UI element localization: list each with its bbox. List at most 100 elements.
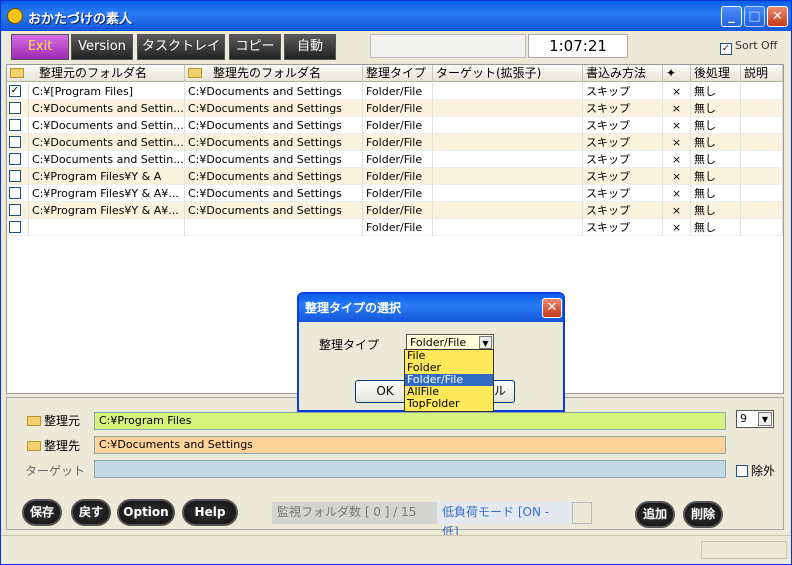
- table-row[interactable]: C:¥Documents and Settin... C:¥Documents a…: [7, 151, 783, 168]
- target-label: ターゲット: [25, 464, 86, 478]
- cell-target: [433, 219, 583, 236]
- col-desc[interactable]: 説明: [741, 65, 783, 82]
- copy-button[interactable]: コピー: [229, 34, 281, 60]
- count-select[interactable]: 9 ▼: [736, 410, 774, 428]
- chevron-down-icon: ▼: [479, 336, 492, 349]
- low-load-mode[interactable]: 低負荷モード [ON - 低]: [437, 502, 572, 539]
- cell-dst: C:¥Documents and Settings: [185, 100, 363, 117]
- dialog-title[interactable]: 整理タイプの選択: [299, 294, 563, 322]
- row-check-cell: [7, 185, 29, 202]
- cell-mark: ×: [663, 100, 691, 117]
- row-check-cell: [7, 117, 29, 134]
- table-row[interactable]: Folder/File スキップ × 無し: [7, 219, 783, 236]
- row-check-cell: [7, 219, 29, 236]
- row-checkbox[interactable]: ✓: [9, 85, 21, 97]
- option-topfolder[interactable]: TopFolder: [405, 398, 493, 410]
- cell-target: [433, 100, 583, 117]
- status-cell: [701, 541, 787, 559]
- dialog-close-icon[interactable]: ✕: [542, 298, 562, 318]
- col-write[interactable]: 書込み方法: [583, 65, 663, 82]
- col-dst[interactable]: 整理先のフォルダ名: [185, 65, 363, 82]
- maximize-icon: □: [748, 9, 761, 24]
- cell-desc: [741, 168, 783, 185]
- option-button[interactable]: Option: [117, 499, 175, 526]
- folder-icon: [10, 68, 24, 78]
- col-post[interactable]: 後処理: [691, 65, 741, 82]
- cell-dst: C:¥Documents and Settings: [185, 185, 363, 202]
- col-mark[interactable]: ✦: [663, 65, 691, 82]
- table-row[interactable]: C:¥Program Files¥Y & A¥... C:¥Documents a…: [7, 202, 783, 219]
- cell-src: C:¥Documents and Settin...: [29, 100, 185, 117]
- row-check-cell: [7, 202, 29, 219]
- cell-write: スキップ: [583, 168, 663, 185]
- folder-icon: [27, 416, 41, 426]
- cell-type: Folder/File: [363, 202, 433, 219]
- row-checkbox[interactable]: [9, 187, 21, 199]
- status-spacer: [572, 502, 592, 524]
- col-type[interactable]: 整理タイプ: [363, 65, 433, 82]
- cell-post: 無し: [691, 100, 741, 117]
- folder-icon: [188, 68, 202, 78]
- row-checkbox[interactable]: [9, 221, 21, 233]
- sort-off-checkbox[interactable]: ✓ Sort Off: [720, 39, 777, 55]
- cell-target: [433, 168, 583, 185]
- table-row[interactable]: C:¥Documents and Settin... C:¥Documents a…: [7, 117, 783, 134]
- cell-desc: [741, 134, 783, 151]
- dialog-type-label: 整理タイプ: [319, 338, 380, 352]
- row-check-cell: [7, 100, 29, 117]
- dst-field[interactable]: C:¥Documents and Settings: [94, 436, 726, 454]
- table-row[interactable]: C:¥Documents and Settin... C:¥Documents a…: [7, 100, 783, 117]
- row-checkbox[interactable]: [9, 204, 21, 216]
- maximize-button[interactable]: □: [744, 6, 765, 27]
- src-field[interactable]: C:¥Program Files: [94, 412, 726, 430]
- col-src[interactable]: 整理元のフォルダ名: [7, 65, 185, 82]
- version-button[interactable]: Version: [71, 34, 133, 60]
- row-checkbox[interactable]: [9, 102, 21, 114]
- cell-post: 無し: [691, 185, 741, 202]
- delete-button[interactable]: 削除: [683, 501, 723, 528]
- info-box: [370, 34, 526, 58]
- auto-button[interactable]: 自動: [284, 34, 336, 60]
- table-row[interactable]: ✓ C:¥[Program Files] C:¥Documents and Sett…: [7, 83, 783, 100]
- cell-src: C:¥Program Files¥Y & A¥...: [29, 185, 185, 202]
- cell-mark: ×: [663, 117, 691, 134]
- exit-button[interactable]: Exit: [11, 34, 69, 60]
- row-checkbox[interactable]: [9, 170, 21, 182]
- title-bar[interactable]: おかたづけの素人 _ □ ✕: [1, 1, 791, 31]
- cell-write: スキップ: [583, 185, 663, 202]
- cell-mark: ×: [663, 202, 691, 219]
- minimize-icon: _: [728, 9, 735, 24]
- cell-dst: [185, 219, 363, 236]
- cell-write: スキップ: [583, 83, 663, 100]
- table-row[interactable]: C:¥Program Files¥Y & A C:¥Documents and S…: [7, 168, 783, 185]
- cell-dst: C:¥Documents and Settings: [185, 134, 363, 151]
- cell-dst: C:¥Documents and Settings: [185, 168, 363, 185]
- revert-button[interactable]: 戻す: [71, 499, 111, 526]
- add-button[interactable]: 追加: [635, 501, 675, 528]
- cell-target: [433, 83, 583, 100]
- tasktray-button[interactable]: タスクトレイ: [137, 34, 225, 60]
- row-check-cell: [7, 168, 29, 185]
- exclude-checkbox[interactable]: 除外: [736, 462, 775, 479]
- cell-desc: [741, 185, 783, 202]
- minimize-button[interactable]: _: [721, 6, 742, 27]
- table-row[interactable]: C:¥Documents and Settin... C:¥Documents a…: [7, 134, 783, 151]
- table-row[interactable]: C:¥Program Files¥Y & A¥... C:¥Documents a…: [7, 185, 783, 202]
- cell-post: 無し: [691, 202, 741, 219]
- col-target[interactable]: ターゲット(拡張子): [433, 65, 583, 82]
- cell-write: スキップ: [583, 202, 663, 219]
- row-checkbox[interactable]: [9, 153, 21, 165]
- save-button[interactable]: 保存: [22, 499, 62, 526]
- cell-type: Folder/File: [363, 151, 433, 168]
- cell-src: [29, 219, 185, 236]
- folder-icon: [27, 441, 41, 451]
- help-button[interactable]: Help: [182, 499, 238, 526]
- cell-target: [433, 151, 583, 168]
- cell-dst: C:¥Documents and Settings: [185, 202, 363, 219]
- cell-desc: [741, 83, 783, 100]
- close-button[interactable]: ✕: [767, 6, 788, 27]
- target-field[interactable]: [94, 460, 726, 478]
- row-checkbox[interactable]: [9, 136, 21, 148]
- row-checkbox[interactable]: [9, 119, 21, 131]
- cell-write: スキップ: [583, 100, 663, 117]
